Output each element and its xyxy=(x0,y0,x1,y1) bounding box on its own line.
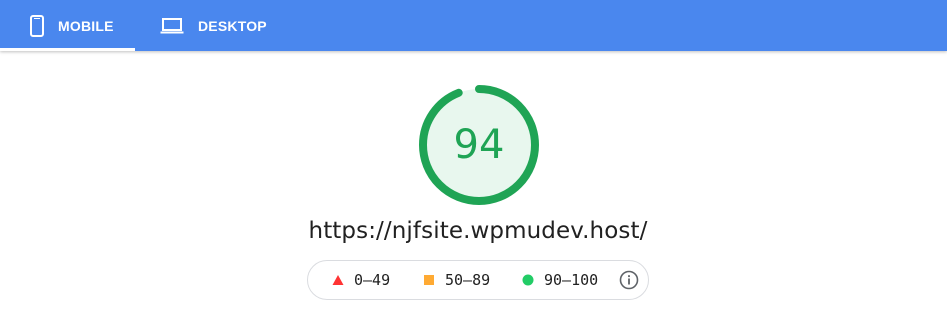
tab-desktop-label: DESKTOP xyxy=(198,17,267,34)
tab-mobile[interactable]: MOBILE xyxy=(0,0,135,51)
tested-url: https://njfsite.wpmudev.host/ xyxy=(308,218,648,244)
score-legend: 0–49 50–89 90–100 xyxy=(307,260,649,300)
legend-item-pass: 90–100 xyxy=(522,261,598,299)
green-circle-icon xyxy=(522,274,534,286)
tab-desktop[interactable]: DESKTOP xyxy=(160,0,267,51)
legend-item-fail: 0–49 xyxy=(332,261,390,299)
orange-square-icon xyxy=(423,274,435,286)
tab-mobile-label: MOBILE xyxy=(58,17,114,34)
smartphone-icon xyxy=(30,14,44,37)
info-icon[interactable] xyxy=(619,270,639,290)
performance-score-gauge: 94 xyxy=(418,84,540,206)
laptop-icon xyxy=(160,17,184,35)
legend-label-average: 50–89 xyxy=(445,271,491,289)
legend-item-average: 50–89 xyxy=(423,261,490,299)
performance-score: 94 xyxy=(453,122,505,168)
legend-label-fail: 0–49 xyxy=(354,271,391,289)
legend-label-pass: 90–100 xyxy=(544,271,599,289)
tab-bar: MOBILE DESKTOP xyxy=(0,0,947,51)
active-tab-indicator xyxy=(0,48,135,51)
red-triangle-icon xyxy=(332,274,344,286)
